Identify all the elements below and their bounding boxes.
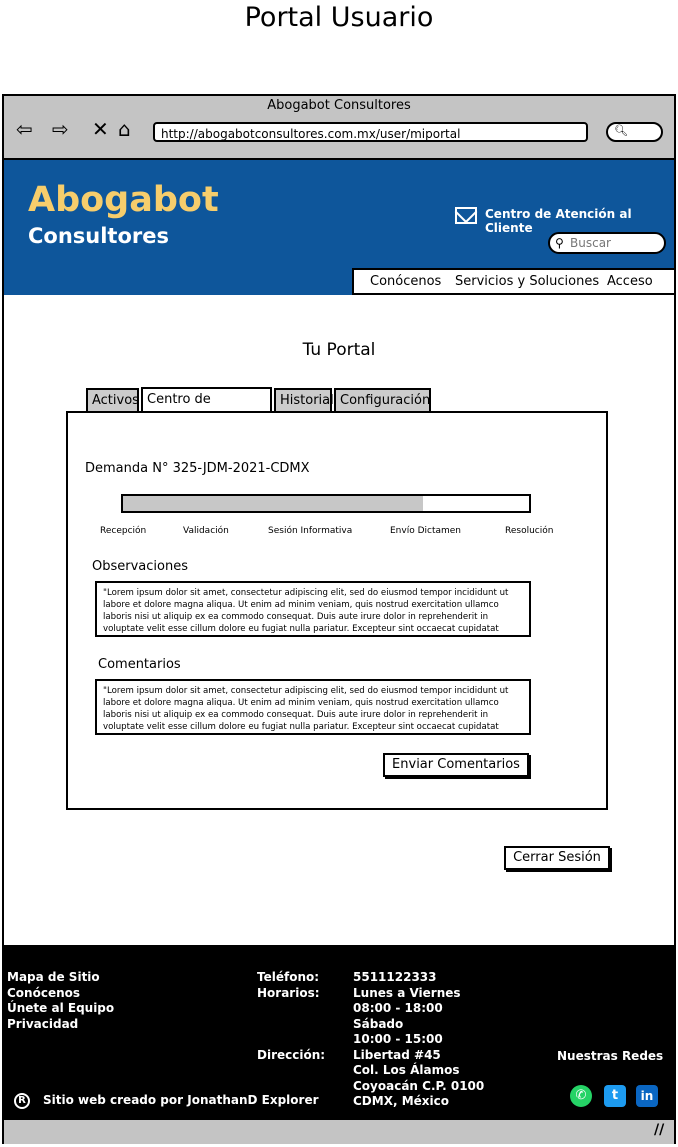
horario-line: 08:00 - 18:00 <box>353 1001 443 1015</box>
browser-search-input[interactable]: 🔍︎ <box>606 122 663 142</box>
linkedin-icon[interactable]: in <box>636 1085 658 1107</box>
brand-subtitle: Consultores <box>28 224 170 248</box>
tab-centro-mensajes[interactable]: Centro de Mensajes <box>141 387 272 428</box>
direccion-line: Libertad #45 <box>353 1047 441 1062</box>
portal-title: Tu Portal <box>302 340 376 360</box>
step-sesion: Sesión Informativa <box>268 526 353 536</box>
tab-historial[interactable]: Historial <box>274 388 334 411</box>
search-icon: ⚲ <box>555 236 564 250</box>
whatsapp-icon[interactable]: ✆ <box>570 1085 592 1107</box>
horario-line: 10:00 - 15:00 <box>353 1032 443 1046</box>
telefono-label: Teléfono: <box>257 970 320 984</box>
twitter-icon[interactable]: t <box>604 1085 626 1107</box>
back-icon[interactable]: ⇦ <box>16 116 33 142</box>
progress-fill <box>123 496 423 511</box>
close-icon[interactable]: ✕ <box>92 116 109 142</box>
home-icon[interactable]: ⌂ <box>118 116 131 142</box>
atencion-link[interactable]: Centro de Atención al Cliente <box>485 207 678 235</box>
tab-configuracion[interactable]: Configuración <box>334 388 431 411</box>
page-title: Portal Usuario <box>244 2 434 33</box>
main-menu: Conócenos Servicios y Soluciones Acceso <box>352 268 676 295</box>
menu-item-servicios[interactable]: Servicios y Soluciones <box>455 274 599 289</box>
menu-item-acceso[interactable]: Acceso <box>607 274 653 289</box>
window-title: Abogabot Consultores <box>267 98 411 113</box>
footer-link-equipo[interactable]: Únete al Equipo <box>7 1001 114 1017</box>
brand-logo[interactable]: Abogabot <box>28 180 219 220</box>
direccion-line: CDMX, México <box>353 1094 449 1108</box>
credits-text: Sitio web creado por JonathanD Explorer <box>43 1093 319 1107</box>
mail-icon <box>455 207 477 224</box>
demanda-number: Demanda N° 325-JDM-2021-CDMX <box>85 461 310 476</box>
direccion-label: Dirección: <box>257 1047 326 1062</box>
horario-line: Lunes a Viernes <box>353 985 461 1000</box>
cerrar-sesion-button[interactable]: Cerrar Sesión <box>504 846 610 870</box>
footer-link-mapa[interactable]: Mapa de Sitio <box>7 970 100 986</box>
forward-icon[interactable]: ⇨ <box>52 116 69 142</box>
comentarios-field[interactable]: "Lorem ipsum dolor sit amet, consectetur… <box>95 679 531 735</box>
direccion-line: Col. Los Álamos <box>353 1063 460 1077</box>
step-resolucion: Resolución <box>505 526 554 536</box>
observaciones-text: "Lorem ipsum dolor sit amet, consectetur… <box>95 581 531 637</box>
resize-handle-icon[interactable]: // <box>654 1122 664 1138</box>
url-bar[interactable]: http://abogabotconsultores.com.mx/user/m… <box>153 122 588 142</box>
direccion-line: Coyoacán C.P. 0100 <box>353 1078 485 1093</box>
footer-link-conocenos[interactable]: Conócenos <box>7 986 80 1002</box>
footer-link-privacidad[interactable]: Privacidad <box>7 1017 78 1033</box>
site-search-input[interactable]: Buscar <box>548 232 666 254</box>
telefono-value: 5511122333 <box>353 970 437 984</box>
search-icon: 🔍︎ <box>614 124 628 137</box>
step-validacion: Validación <box>183 526 229 536</box>
menu-item-conocenos[interactable]: Conócenos <box>370 274 441 289</box>
tab-activos[interactable]: Activos <box>86 388 139 411</box>
horario-line: Sábado <box>353 1016 404 1031</box>
comentarios-label: Comentarios <box>98 657 181 672</box>
observaciones-label: Observaciones <box>92 559 188 574</box>
enviar-comentarios-button[interactable]: Enviar Comentarios <box>383 753 529 777</box>
step-recepcion: Recepción <box>100 526 147 536</box>
browser-status-bar <box>4 1118 674 1144</box>
step-envio: Envío Dictamen <box>390 526 462 536</box>
redes-label: Nuestras Redes <box>557 1049 664 1063</box>
horarios-label: Horarios: <box>257 985 320 1000</box>
registered-icon: R <box>14 1093 30 1109</box>
